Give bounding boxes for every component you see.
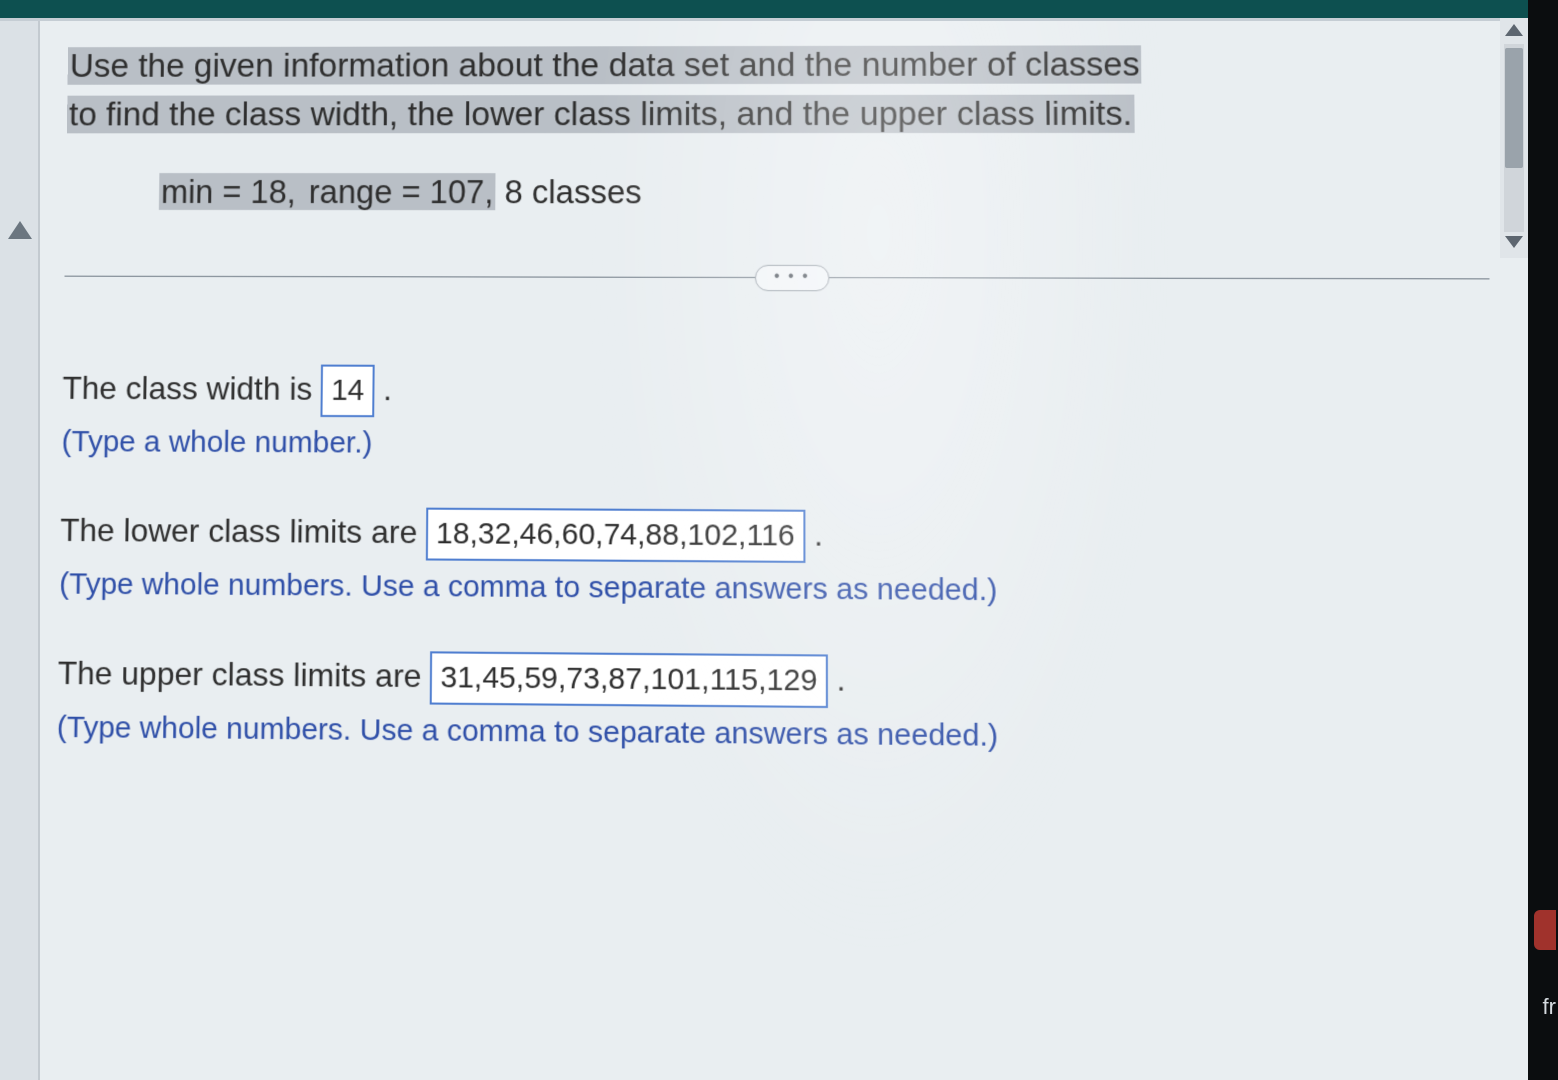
upper-limits-input[interactable]: 31,45,59,73,87,101,115,129 — [430, 652, 827, 708]
question-panel: Use the given information about the data… — [0, 18, 1528, 1080]
content-area: Use the given information about the data… — [56, 40, 1499, 808]
lower-limits-hint: (Type whole numbers. Use a comma to sepa… — [59, 562, 1496, 616]
prompt-line-2: to find the class width, the lower class… — [67, 95, 1135, 134]
screen: Use the given information about the data… — [0, 0, 1558, 1080]
given-values: min = 18, range = 107, 8 classes — [159, 168, 1489, 217]
vertical-scrollbar[interactable] — [1500, 18, 1528, 258]
upper-limits-label: The upper class limits are — [57, 655, 430, 695]
upper-limits-hint: (Type whole numbers. Use a comma to sepa… — [56, 705, 1497, 763]
upper-limits-block: The upper class limits are 31,45,59,73,8… — [56, 649, 1497, 764]
class-width-hint: (Type a whole number.) — [61, 420, 1493, 471]
class-width-block: The class width is 14 . (Type a whole nu… — [61, 364, 1493, 471]
given-min: min = 18, — [159, 173, 298, 210]
lower-limits-block: The lower class limits are 18,32,46,60,7… — [59, 506, 1496, 617]
prompt-line-1: Use the given information about the data… — [68, 45, 1142, 84]
edge-text-fr: fr — [1543, 994, 1556, 1020]
window-topbar — [0, 0, 1558, 18]
lower-limits-period: . — [814, 516, 823, 553]
lower-limits-label: The lower class limits are — [60, 512, 426, 551]
given-classes: 8 classes — [495, 173, 641, 210]
scroll-up-icon[interactable] — [1505, 24, 1523, 36]
side-indicator-icon — [1534, 910, 1556, 950]
scroll-thumb[interactable] — [1505, 48, 1523, 168]
collapse-up-icon[interactable] — [8, 221, 32, 239]
class-width-input[interactable]: 14 — [321, 365, 375, 417]
more-options-pill[interactable]: • • • — [755, 265, 829, 291]
given-range: range = 107, — [298, 173, 496, 210]
upper-limits-period: . — [836, 661, 845, 698]
class-width-label: The class width is — [62, 370, 321, 407]
scroll-down-icon[interactable] — [1505, 236, 1523, 248]
lower-limits-input[interactable]: 18,32,46,60,74,88,102,116 — [426, 508, 805, 563]
question-prompt: Use the given information about the data… — [67, 40, 1488, 140]
left-gutter — [0, 21, 40, 1080]
section-divider: • • • — [64, 260, 1490, 297]
right-edge: fr — [1528, 0, 1558, 1080]
class-width-period: . — [383, 371, 392, 407]
